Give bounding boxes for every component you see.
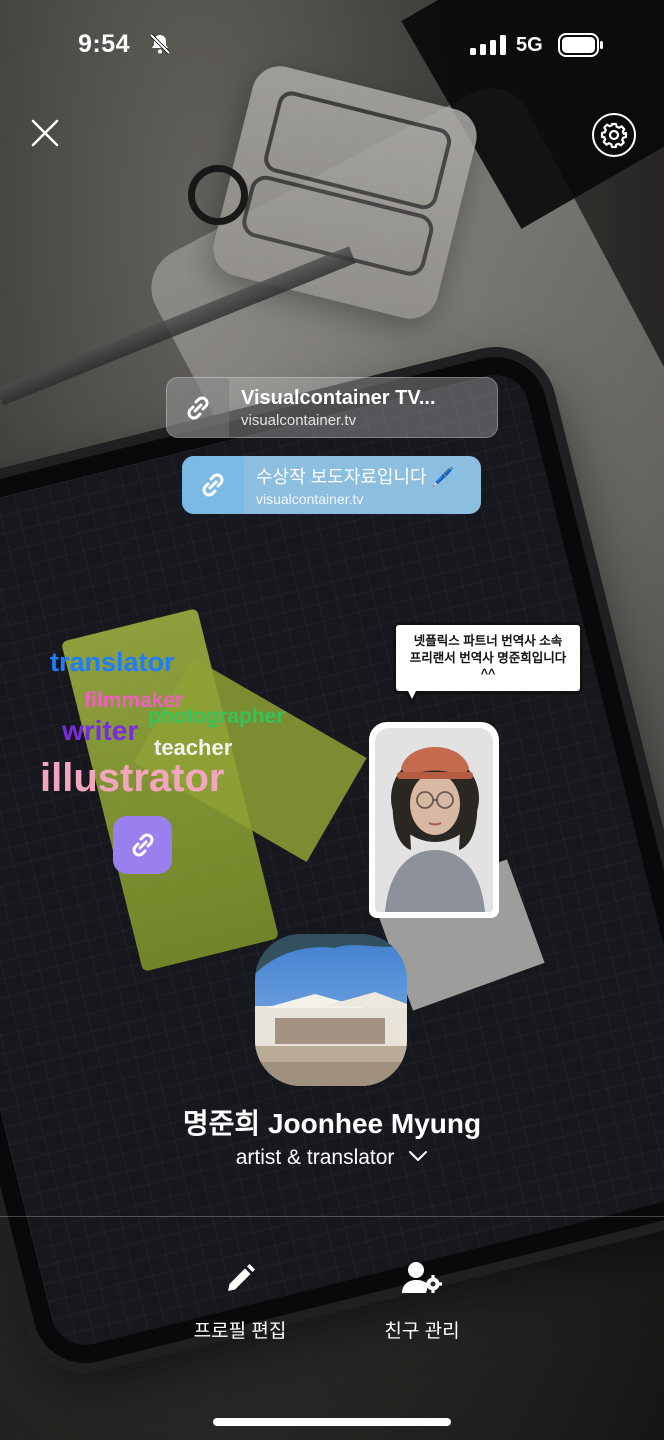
portrait-sticker [369,722,499,918]
sticker-word-translator: translator [50,647,175,677]
link-title: 수상작 보도자료입니다 🖊️ [256,467,455,487]
link-icon [202,473,224,497]
edit-profile-label: 프로필 편집 [193,1321,287,1342]
link-card-visualcontainer[interactable]: Visualcontainer TV... visualcontainer.tv [166,377,498,438]
link-sticker-button[interactable] [113,816,172,874]
status-time: 9:54 [78,30,131,58]
person-gear-icon [402,1262,442,1293]
link-title: Visualcontainer TV... [241,386,436,409]
home-indicator[interactable] [213,1418,451,1426]
network-label: 5G [516,34,543,56]
manage-friends-button[interactable]: 친구 관리 [352,1258,492,1343]
speech-bubble-sticker: 넷플릭스 파트너 번역사 소속 프리랜서 번역사 명준희입니다 ^^ [393,622,583,694]
bell-slash-icon [149,33,171,55]
profile-name: 명준희 Joonhee Myung [182,1108,482,1139]
chevron-down-icon [409,1151,428,1162]
sticker-word-writer: writer [62,715,139,746]
status-bar: 9:54 5G [0,0,664,90]
signal-icon [470,35,506,55]
profile-subtitle-toggle[interactable]: artist & translator [0,1146,664,1170]
link-url: visualcontainer.tv [241,411,357,429]
edit-profile-button[interactable]: 프로필 편집 [170,1258,310,1343]
settings-button[interactable] [592,113,636,157]
close-icon [31,119,59,147]
link-card-press-release[interactable]: 수상작 보도자료입니다 🖊️ visualcontainer.tv [182,456,481,514]
close-button[interactable] [26,114,64,152]
profile-subtitle: artist & translator [235,1146,395,1169]
speech-bubble-text: 넷플릭스 파트너 번역사 소속 프리랜서 번역사 명준희입니다 ^^ [409,633,567,682]
gear-icon [600,122,628,149]
link-url: visualcontainer.tv [256,491,364,507]
sticker-word-illustrator: illustrator [40,756,225,800]
profile-photo-image [255,934,407,1086]
link-icon [187,396,209,419]
profile-photo[interactable] [255,934,407,1086]
battery-icon [558,33,603,57]
sticker-word-photographer: photographer [148,705,285,728]
portrait-image [375,728,493,912]
link-icon [132,833,153,857]
manage-friends-label: 친구 관리 [384,1321,460,1342]
pencil-icon [228,1264,255,1291]
divider [0,1216,664,1217]
